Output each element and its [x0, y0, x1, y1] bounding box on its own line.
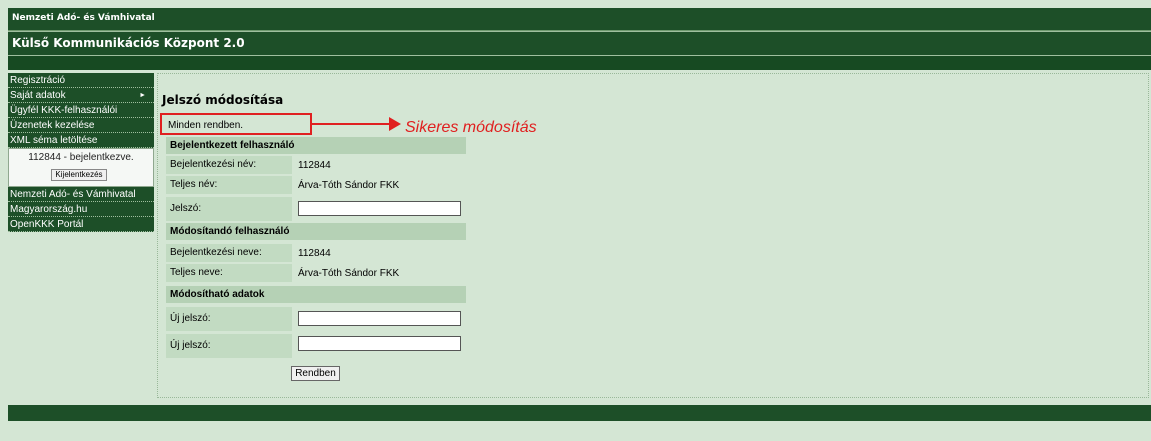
password-field[interactable] — [298, 201, 461, 216]
org-header-bar: Nemzeti Adó- és Vámhivatal — [8, 8, 1151, 31]
status-message: Minden rendben. — [168, 120, 244, 131]
login-status-text: 112844 - bejelentkezve. — [28, 152, 134, 163]
sidebar-item-label: Saját adatok — [10, 90, 66, 101]
sidebar-item-sajat-adatok[interactable]: Saját adatok ► — [8, 88, 154, 103]
footer-bar — [8, 405, 1151, 421]
new-password-confirm-label: Új jelszó: — [166, 334, 292, 358]
annotation-text: Sikeres módosítás — [405, 119, 537, 136]
sidebar-item-xml-sema[interactable]: XML séma letöltése — [8, 133, 154, 148]
target-fullname-value: Árva-Tóth Sándor FKK — [298, 268, 400, 279]
sidebar: Regisztráció Saját adatok ► Ügyfél KKK-fe… — [8, 73, 154, 232]
app-title-bar: Külső Kommunikációs Központ 2.0 — [8, 31, 1151, 56]
full-name-value: Árva-Tóth Sándor FKK — [298, 180, 400, 191]
sidebar-item-label: XML séma letöltése — [10, 135, 98, 146]
login-name-label: Bejelentkezési név: — [166, 156, 292, 174]
sidebar-item-label: OpenKKK Portál — [10, 219, 84, 230]
section-header-editable: Módosítható adatok — [166, 286, 466, 303]
sidebar-item-uzenetek[interactable]: Üzenetek kezelése — [8, 118, 154, 133]
target-login-value: 112844 — [298, 248, 331, 259]
sidebar-item-ugyfel-kkk[interactable]: Ügyfél KKK-felhasználói — [8, 103, 154, 118]
sidebar-item-label: Regisztráció — [10, 75, 66, 86]
annotation-arrow-line — [312, 123, 392, 125]
section-header-logged-in: Bejelentkezett felhasználó — [166, 137, 466, 154]
login-name-value: 112844 — [298, 160, 331, 171]
sidebar-item-label: Magyarország.hu — [10, 204, 88, 215]
full-name-label: Teljes név: — [166, 176, 292, 194]
logout-button[interactable]: Kijelentkezés — [51, 169, 107, 181]
sidebar-item-nav-link[interactable]: Nemzeti Adó- és Vámhivatal — [8, 187, 154, 202]
sidebar-item-regisztracio[interactable]: Regisztráció — [8, 73, 154, 88]
new-password-field[interactable] — [298, 311, 461, 326]
new-password-confirm-field[interactable] — [298, 336, 461, 351]
section-header-target: Módosítandó felhasználó — [166, 223, 466, 240]
sidebar-item-label: Nemzeti Adó- és Vámhivatal — [10, 189, 136, 200]
sidebar-item-label: Ügyfél KKK-felhasználói — [10, 105, 118, 116]
sidebar-item-label: Üzenetek kezelése — [10, 120, 95, 131]
annotation-arrow-icon — [389, 117, 401, 131]
page-title: Jelszó módosítása — [162, 93, 284, 107]
login-status-box: 112844 - bejelentkezve. Kijelentkezés — [8, 148, 154, 187]
ok-button[interactable]: Rendben — [291, 366, 340, 381]
org-name: Nemzeti Adó- és Vámhivatal — [12, 13, 155, 23]
submenu-arrow-icon: ► — [139, 92, 146, 99]
new-password-label: Új jelszó: — [166, 307, 292, 331]
target-login-label: Bejelentkezési neve: — [166, 244, 292, 262]
header-strip — [8, 56, 1151, 70]
sidebar-item-openkkk[interactable]: OpenKKK Portál — [8, 217, 154, 232]
sidebar-item-magyarorszag[interactable]: Magyarország.hu — [8, 202, 154, 217]
app-title: Külső Kommunikációs Központ 2.0 — [12, 36, 245, 50]
target-fullname-label: Teljes neve: — [166, 264, 292, 282]
password-label: Jelszó: — [166, 197, 292, 221]
